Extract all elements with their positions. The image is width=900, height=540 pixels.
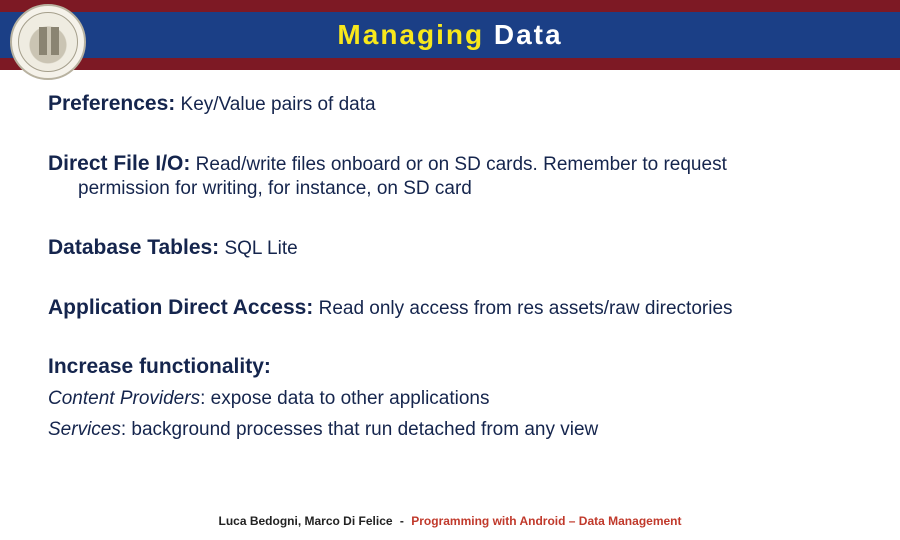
title-rest: Data	[484, 19, 562, 50]
footer-course: Programming with Android – Data Manageme…	[411, 514, 681, 528]
label-fileio: Direct File I/O:	[48, 152, 190, 175]
footer-separator: -	[400, 514, 404, 528]
header-accent-top	[0, 0, 900, 12]
header-title-bar: Managing Data	[0, 12, 900, 58]
sub-services: Services: background processes that run …	[48, 418, 860, 443]
item-database: Database Tables: SQL Lite	[48, 234, 860, 262]
item-increase: Increase functionality: Content Provider…	[48, 353, 860, 442]
slide-title: Managing Data	[337, 19, 562, 51]
item-fileio: Direct File I/O: Read/write files onboar…	[48, 150, 860, 202]
body-database: SQL Lite	[219, 238, 298, 259]
item-appdirect: Application Direct Access: Read only acc…	[48, 294, 860, 322]
body-appdirect: Read only access from res assets/raw dir…	[313, 298, 732, 319]
footer-authors: Luca Bedogni, Marco Di Felice	[219, 514, 393, 528]
item-preferences: Preferences: Key/Value pairs of data	[48, 90, 860, 118]
header-band: Managing Data	[0, 0, 900, 70]
body-preferences: Key/Value pairs of data	[175, 94, 375, 115]
label-appdirect: Application Direct Access:	[48, 296, 313, 319]
label-preferences: Preferences:	[48, 92, 175, 115]
label-increase: Increase functionality:	[48, 355, 271, 378]
seal-inner	[18, 12, 78, 72]
body-fileio-cont: permission for writing, for instance, on…	[78, 177, 860, 202]
sub2-em: Services	[48, 419, 121, 440]
header-accent-bottom	[0, 58, 900, 70]
sub2-text: : background processes that run detached…	[121, 419, 598, 440]
title-highlight: Managing	[337, 19, 484, 50]
sub1-em: Content Providers	[48, 388, 200, 409]
sub-content-providers: Content Providers: expose data to other …	[48, 387, 860, 412]
slide-footer: Luca Bedogni, Marco Di Felice - Programm…	[0, 514, 900, 528]
body-fileio: Read/write files onboard or on SD cards.…	[190, 154, 726, 175]
sub1-text: : expose data to other applications	[200, 388, 489, 409]
label-database: Database Tables:	[48, 236, 219, 259]
university-seal-icon	[10, 4, 86, 80]
slide-content: Preferences: Key/Value pairs of data Dir…	[48, 90, 860, 500]
